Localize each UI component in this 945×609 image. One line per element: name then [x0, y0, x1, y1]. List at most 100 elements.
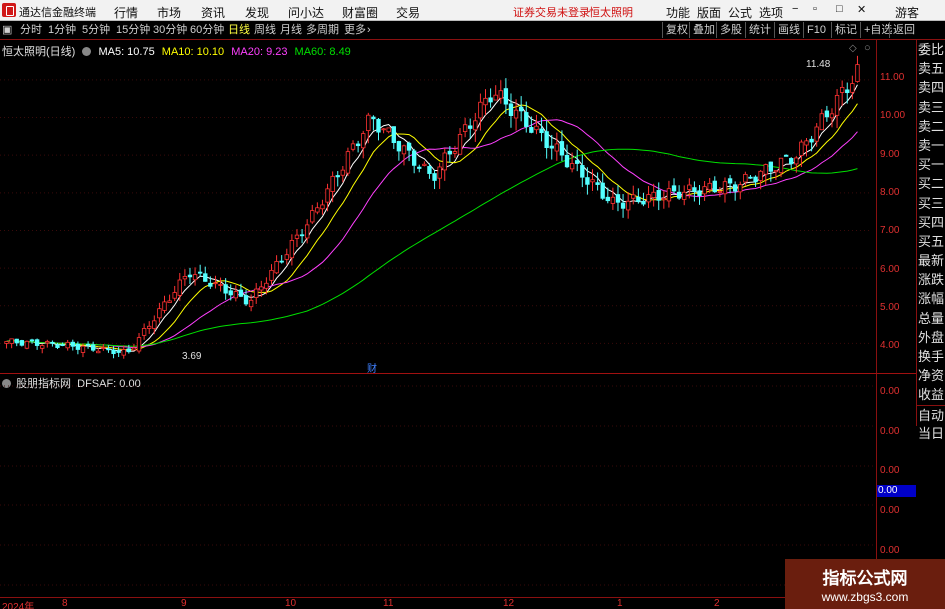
period-tab-5min[interactable]: 5分钟	[82, 21, 110, 39]
candle[interactable]	[529, 127, 534, 133]
candle[interactable]	[376, 118, 381, 133]
candle[interactable]	[238, 289, 244, 297]
panel-item-bid5[interactable]: 买五	[917, 232, 945, 251]
candle[interactable]	[371, 116, 376, 120]
candle[interactable]	[707, 182, 712, 191]
settings-circle-icon[interactable]	[82, 47, 92, 56]
candle[interactable]	[625, 200, 631, 211]
candle[interactable]	[809, 138, 814, 143]
back-button[interactable]: 返回	[889, 22, 918, 38]
candle[interactable]	[590, 179, 595, 183]
chart-zoom-icon[interactable]: ○	[864, 42, 871, 54]
candle[interactable]	[177, 279, 182, 296]
candle[interactable]	[24, 340, 30, 349]
candle[interactable]	[666, 188, 672, 202]
candle[interactable]	[676, 191, 682, 199]
candle[interactable]	[9, 338, 14, 344]
candle[interactable]	[518, 106, 524, 112]
candle[interactable]	[671, 185, 677, 192]
candle[interactable]	[279, 260, 284, 263]
candle[interactable]	[697, 190, 702, 197]
candle[interactable]	[90, 344, 96, 351]
candle[interactable]	[824, 110, 830, 118]
panel-item-earnings[interactable]: 收益	[917, 385, 945, 404]
candle[interactable]	[172, 292, 177, 299]
panel-item-turnover[interactable]: 换手	[917, 347, 945, 366]
candle[interactable]	[14, 338, 19, 344]
candle[interactable]	[116, 350, 121, 353]
candle[interactable]	[350, 143, 356, 150]
candle[interactable]	[213, 282, 218, 285]
candle[interactable]	[45, 341, 50, 344]
guest-label[interactable]: 游客	[895, 4, 919, 21]
candle[interactable]	[162, 301, 167, 311]
candle[interactable]	[473, 120, 478, 131]
candle[interactable]	[641, 200, 646, 205]
candle[interactable]	[55, 344, 60, 348]
candle[interactable]	[488, 97, 493, 103]
candle[interactable]	[646, 194, 651, 203]
candle[interactable]	[432, 173, 437, 181]
panel-item-ask3[interactable]: 卖三	[917, 98, 945, 117]
candle[interactable]	[600, 182, 605, 199]
panel-item-bid2[interactable]: 买二	[917, 174, 945, 193]
period-tab-monthly[interactable]: 月线	[280, 21, 302, 39]
candle[interactable]	[631, 194, 636, 199]
menu-formula[interactable]: 公式	[728, 4, 752, 21]
candle[interactable]	[304, 224, 310, 239]
candle[interactable]	[85, 343, 91, 346]
candle[interactable]	[96, 350, 101, 354]
candle[interactable]	[136, 337, 142, 352]
tool-overlay[interactable]: 叠加	[689, 22, 718, 38]
candle[interactable]	[340, 169, 346, 176]
panel-item-ask5[interactable]: 卖五	[917, 59, 945, 78]
menu-function[interactable]: 功能	[666, 4, 690, 21]
menu-options[interactable]: 选项	[759, 4, 783, 21]
menu-wealth[interactable]: 财富圈	[342, 4, 378, 21]
tool-draw[interactable]: 画线	[774, 22, 803, 38]
panel-item-today[interactable]: 当日	[917, 424, 945, 443]
candle[interactable]	[610, 196, 616, 204]
candle[interactable]	[335, 175, 340, 178]
candle[interactable]	[203, 273, 208, 282]
menu-news[interactable]: 资讯	[201, 4, 225, 21]
candle[interactable]	[182, 275, 188, 280]
candle[interactable]	[819, 113, 824, 131]
candle[interactable]	[19, 340, 25, 346]
candle[interactable]	[834, 95, 840, 116]
period-tab-60min[interactable]: 60分钟	[190, 21, 224, 39]
menu-layout[interactable]: 版面	[697, 4, 721, 21]
candle[interactable]	[223, 284, 228, 294]
candle[interactable]	[248, 299, 254, 308]
candle[interactable]	[503, 88, 509, 105]
candle[interactable]	[167, 300, 172, 303]
candle[interactable]	[422, 163, 427, 166]
candle[interactable]	[768, 161, 774, 172]
candle[interactable]	[717, 191, 723, 193]
candle[interactable]	[141, 328, 147, 336]
candle[interactable]	[462, 124, 468, 132]
candle[interactable]	[753, 176, 758, 183]
candle[interactable]	[559, 141, 565, 156]
candle[interactable]	[513, 109, 519, 119]
candle[interactable]	[4, 341, 9, 344]
period-tab-more[interactable]: 更多	[344, 21, 366, 39]
candle[interactable]	[325, 188, 330, 203]
candle[interactable]	[411, 150, 417, 166]
candle[interactable]	[274, 261, 279, 274]
candle[interactable]	[40, 345, 45, 349]
candle[interactable]	[330, 175, 335, 192]
candle[interactable]	[259, 286, 264, 291]
candle[interactable]	[294, 234, 300, 239]
candle[interactable]	[447, 150, 453, 155]
menu-ask[interactable]: 问小达	[288, 4, 324, 21]
candle[interactable]	[157, 308, 162, 319]
period-tab-intraday[interactable]: 分时	[20, 21, 42, 39]
candle[interactable]	[727, 178, 733, 184]
candle[interactable]	[289, 240, 295, 259]
panel-item-volume[interactable]: 总量	[917, 309, 945, 328]
candle[interactable]	[656, 190, 661, 201]
tool-adjust[interactable]: 复权	[662, 22, 691, 38]
chart-config-icon[interactable]: ◇	[849, 43, 857, 54]
more-chevron-icon[interactable]: ›	[367, 21, 371, 39]
